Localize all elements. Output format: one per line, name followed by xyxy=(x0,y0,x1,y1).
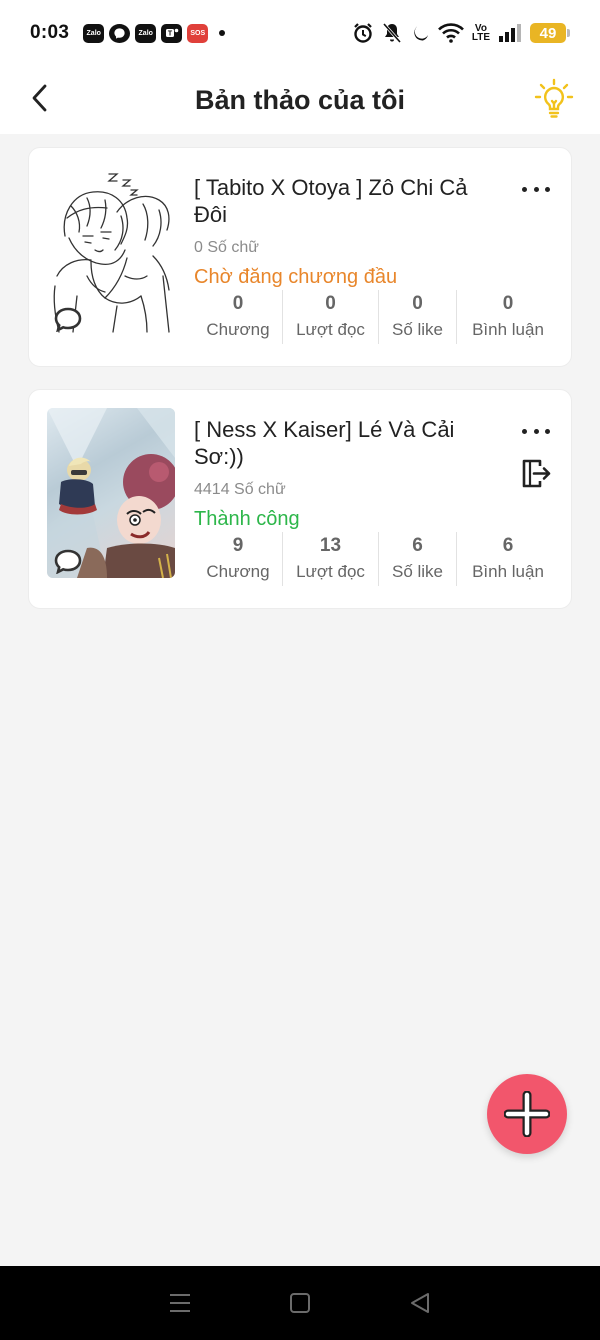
stat-label: Bình luận xyxy=(472,320,544,339)
messenger-icon xyxy=(109,23,131,43)
stat-likes: 6 Số like xyxy=(378,532,456,586)
add-story-button[interactable] xyxy=(487,1074,567,1154)
stat-value: 0 xyxy=(412,293,423,314)
dot-icon xyxy=(522,186,527,192)
recent-apps-button[interactable] xyxy=(160,1283,200,1323)
app-bar: Bản thảo của tôi xyxy=(0,66,600,134)
story-status: Thành công xyxy=(194,508,300,530)
status-time: 0:03 xyxy=(30,22,70,43)
chevron-left-icon xyxy=(32,84,47,112)
menu-icon xyxy=(170,1294,190,1312)
stat-value: 13 xyxy=(319,535,342,556)
zalo-icon: Zalo xyxy=(135,23,157,43)
back-button[interactable] xyxy=(22,80,58,116)
word-count: 0 Số chữ xyxy=(194,239,259,256)
notification-icons: Zalo Zalo T SOS xyxy=(83,23,226,43)
stat-reads: 0 Lượt đọc xyxy=(282,290,378,344)
dot-icon xyxy=(533,186,539,192)
tips-button[interactable] xyxy=(532,76,576,120)
home-square-icon xyxy=(290,1293,310,1313)
moon-icon xyxy=(410,23,430,43)
stat-comments: 0 Bình luận xyxy=(456,290,559,344)
stat-label: Lượt đọc xyxy=(296,562,365,581)
dot-icon xyxy=(522,428,527,434)
stat-value: 6 xyxy=(412,535,423,556)
more-notifications-dot-icon xyxy=(219,30,226,36)
story-stats: 9 Chương 13 Lượt đọc 6 Số like 6 Bình lu… xyxy=(194,532,559,586)
mute-bell-icon xyxy=(382,22,402,44)
stat-value: 6 xyxy=(502,535,514,556)
dot-icon xyxy=(533,428,539,434)
alarm-icon xyxy=(352,22,374,44)
svg-text:T: T xyxy=(168,31,173,38)
nav-back-button[interactable] xyxy=(400,1283,440,1323)
stat-label: Chương xyxy=(206,562,270,581)
triangle-back-icon xyxy=(411,1293,429,1313)
export-button[interactable] xyxy=(519,456,553,490)
status-bar: 0:03 Zalo Zalo T SOS Vo LTE 49 xyxy=(0,0,600,66)
stat-value: 0 xyxy=(325,293,336,314)
system-navigation-bar xyxy=(0,1266,600,1340)
more-options-button[interactable] xyxy=(519,178,553,200)
stat-value: 0 xyxy=(232,293,244,314)
chat-bubble-icon xyxy=(53,306,83,332)
dot-icon xyxy=(545,186,550,192)
story-status: Chờ đăng chương đầu xyxy=(194,266,398,288)
story-title[interactable]: [ Tabito X Otoya ] Zô Chi Cả Đôi xyxy=(194,174,494,228)
volte-indicator: Vo LTE xyxy=(471,24,490,43)
dot-icon xyxy=(545,428,550,434)
stat-label: Lượt đọc xyxy=(296,320,365,339)
page-title: Bản thảo của tôi xyxy=(194,84,405,115)
home-button[interactable] xyxy=(280,1283,320,1323)
stat-likes: 0 Số like xyxy=(378,290,456,344)
story-card[interactable]: [ Tabito X Otoya ] Zô Chi Cả Đôi 0 Số ch… xyxy=(28,147,572,367)
stat-value: 9 xyxy=(232,535,244,556)
wifi-icon xyxy=(437,23,464,43)
stat-chapters: 9 Chương xyxy=(194,532,282,586)
chat-bubble-icon xyxy=(53,548,83,574)
volte-bottom-label: LTE xyxy=(471,32,490,43)
stat-label: Số like xyxy=(391,320,444,339)
stat-value: 0 xyxy=(502,293,514,314)
stat-reads: 13 Lượt đọc xyxy=(282,532,378,586)
stat-label: Số like xyxy=(391,562,444,581)
zalo-icon: Zalo xyxy=(83,23,105,43)
stat-chapters: 0 Chương xyxy=(194,290,282,344)
sos-icon: SOS xyxy=(187,23,209,43)
teams-icon: T xyxy=(161,23,183,43)
stat-label: Chương xyxy=(206,320,270,339)
export-icon xyxy=(522,459,551,488)
story-card[interactable]: [ Ness X Kaiser] Lé Và Cải Sơ:)) 4414 Số… xyxy=(28,389,572,609)
more-options-button[interactable] xyxy=(519,420,553,442)
battery-indicator: 49 xyxy=(530,23,570,43)
stat-comments: 6 Bình luận xyxy=(456,532,559,586)
word-count: 4414 Số chữ xyxy=(194,481,286,498)
system-icons: Vo LTE 49 xyxy=(352,22,570,44)
story-title[interactable]: [ Ness X Kaiser] Lé Và Cải Sơ:)) xyxy=(194,416,494,470)
story-cover-image[interactable] xyxy=(47,408,175,578)
story-cover-image[interactable] xyxy=(47,166,175,336)
lightbulb-icon xyxy=(534,78,574,118)
signal-icon xyxy=(498,23,522,43)
story-stats: 0 Chương 0 Lượt đọc 0 Số like 0 Bình luậ… xyxy=(194,290,559,344)
plus-icon xyxy=(504,1091,550,1137)
stat-label: Bình luận xyxy=(472,562,544,581)
